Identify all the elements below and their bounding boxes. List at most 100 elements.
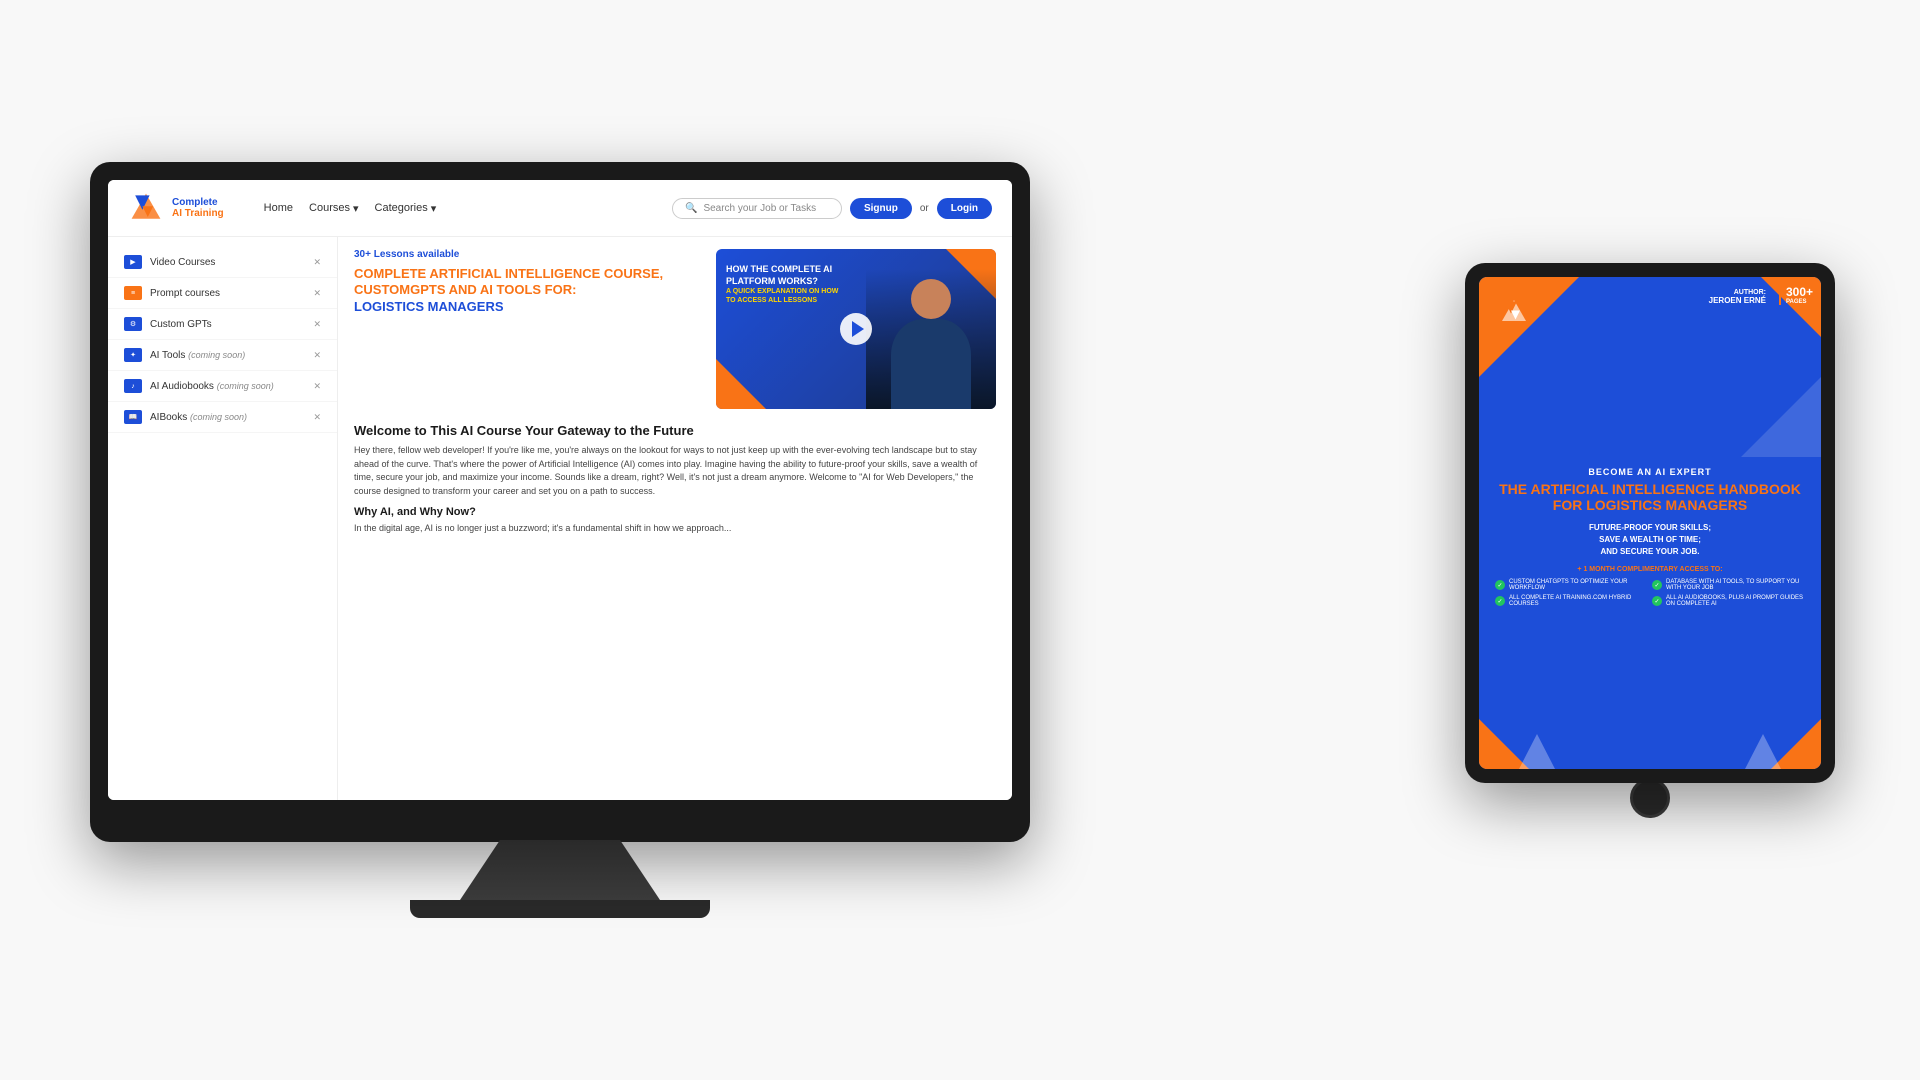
check-icon-4: ✓ <box>1652 596 1662 606</box>
tablet-bottom-deco-small <box>1519 734 1555 769</box>
sidebar-item-ai-tools[interactable]: ✦ AI Tools (coming soon) ✕ <box>108 340 337 371</box>
play-button[interactable] <box>840 313 872 345</box>
logo-text: Complete AI Training <box>172 197 224 219</box>
logo[interactable]: Complete AI Training <box>128 190 224 226</box>
tablet-author-info: AUTHOR: JEROEN ERNÉ <box>1709 289 1766 305</box>
hero-text: 30+ Lessons available COMPLETE ARTIFICIA… <box>354 249 696 409</box>
search-placeholder: Search your Job or Tasks <box>703 203 816 214</box>
monitor-stand <box>460 840 660 900</box>
tablet-pages-count: 300+ <box>1786 285 1813 299</box>
tablet-body: AUTHOR: JEROEN ERNÉ 300+ PAGES BECOME AN… <box>1465 263 1835 783</box>
site-body: ▶ Video Courses ✕ ≡ Prompt co <box>108 237 1012 800</box>
tablet-bottom-deco <box>1479 719 1821 769</box>
nav-links: Home Courses ▾ Categories ▾ <box>264 202 437 215</box>
sidebar-close-ai-tools[interactable]: ✕ <box>313 350 321 361</box>
hero-section: 30+ Lessons available COMPLETE ARTIFICIA… <box>354 249 996 409</box>
logo-icon <box>128 190 164 226</box>
content-section: Welcome to This AI Course Your Gateway t… <box>354 423 996 536</box>
custom-gpts-icon: ⚙ <box>124 317 142 331</box>
search-icon: 🔍 <box>685 203 697 214</box>
prompt-courses-icon: ≡ <box>124 286 142 300</box>
nav-courses[interactable]: Courses ▾ <box>309 202 359 215</box>
ai-tools-icon: ✦ <box>124 348 142 362</box>
tablet-access-badge: + 1 MONTH COMPLIMENTARY ACCESS TO: <box>1577 566 1722 573</box>
tablet-author-name: JEROEN ERNÉ <box>1709 296 1766 305</box>
sidebar-label-custom-gpts: Custom GPTs <box>150 319 212 330</box>
hero-video[interactable]: HOW THE COMPLETE AI PLATFORM WORKS? A QU… <box>716 249 996 409</box>
ai-audiobooks-icon: ♪ <box>124 379 142 393</box>
tablet-main-body: BECOME AN AI EXPERT THE ARTIFICIAL INTEL… <box>1479 457 1821 719</box>
sidebar-close-prompt[interactable]: ✕ <box>313 288 321 299</box>
video-triangle-bl <box>716 359 766 409</box>
sidebar-item-ai-books[interactable]: 📖 AIBooks (coming soon) ✕ <box>108 402 337 433</box>
tablet-top: AUTHOR: JEROEN ERNÉ 300+ PAGES <box>1479 277 1821 457</box>
monitor-screen: Complete AI Training Home Courses ▾ Cate… <box>108 180 1012 800</box>
hero-title-blue: LOGISTICS MANAGERS <box>354 299 504 314</box>
tablet-become-expert: BECOME AN AI EXPERT <box>1588 467 1711 477</box>
sidebar-label-ai-audiobooks: AI Audiobooks (coming soon) <box>150 381 274 392</box>
play-icon <box>852 321 864 337</box>
tablet-deco-triangle <box>1741 377 1821 457</box>
monitor-base <box>410 900 710 918</box>
ai-books-icon: 📖 <box>124 410 142 424</box>
chevron-down-icon: ▾ <box>353 202 359 215</box>
tablet-bottom-deco-small-r <box>1745 734 1781 769</box>
tablet-features: ✓ CUSTOM CHATGPTS TO OPTIMIZE YOUR WORKF… <box>1495 579 1805 607</box>
sidebar-item-prompt-courses[interactable]: ≡ Prompt courses ✕ <box>108 278 337 309</box>
content-heading2: Why AI, and Why Now? <box>354 506 996 518</box>
tablet-subtitle: FUTURE-PROOF YOUR SKILLS;SAVE A WEALTH O… <box>1589 522 1711 558</box>
sidebar-label-video-courses: Video Courses <box>150 257 215 268</box>
sidebar-close-video[interactable]: ✕ <box>313 257 321 268</box>
hero-title-orange: COMPLETE ARTIFICIAL INTELLIGENCE COURSE,… <box>354 266 663 297</box>
lessons-badge: 30+ Lessons available <box>354 249 696 260</box>
sidebar-close-custom-gpts[interactable]: ✕ <box>313 319 321 330</box>
sidebar-item-video-courses[interactable]: ▶ Video Courses ✕ <box>108 247 337 278</box>
tablet-feature-label-1: CUSTOM CHATGPTS TO OPTIMIZE YOUR WORKFLO… <box>1509 579 1648 591</box>
main-content: 30+ Lessons available COMPLETE ARTIFICIA… <box>338 237 1012 800</box>
tablet: AUTHOR: JEROEN ERNÉ 300+ PAGES BECOME AN… <box>1460 263 1840 818</box>
or-text: or <box>920 203 929 214</box>
video-background: HOW THE COMPLETE AI PLATFORM WORKS? A QU… <box>716 249 996 409</box>
monitor-body: Complete AI Training Home Courses ▾ Cate… <box>90 162 1030 842</box>
monitor: Complete AI Training Home Courses ▾ Cate… <box>80 162 1040 918</box>
tablet-logo-icon <box>1499 297 1529 327</box>
tablet-screen: AUTHOR: JEROEN ERNÉ 300+ PAGES BECOME AN… <box>1479 277 1821 769</box>
video-text-overlay: HOW THE COMPLETE AI PLATFORM WORKS? A QU… <box>726 264 846 306</box>
tablet-feature-label-3: ALL COMPLETE AI TRAINING.COM HYBRID COUR… <box>1509 595 1648 607</box>
tablet-feature-3: ✓ ALL COMPLETE AI TRAINING.COM HYBRID CO… <box>1495 595 1648 607</box>
tablet-triangle-tl <box>1479 277 1579 377</box>
tablet-feature-label-4: ALL AI AUDIOBOOKS, PLUS AI PROMPT GUIDES… <box>1666 595 1805 607</box>
nav-home[interactable]: Home <box>264 202 293 214</box>
sidebar-close-audiobooks[interactable]: ✕ <box>313 381 321 392</box>
tablet-logo <box>1499 297 1529 327</box>
check-icon-2: ✓ <box>1652 580 1662 590</box>
search-box[interactable]: 🔍 Search your Job or Tasks <box>672 198 842 219</box>
sidebar-label-prompt-courses: Prompt courses <box>150 288 220 299</box>
nav-categories[interactable]: Categories ▾ <box>375 202 437 215</box>
content-para2: In the digital age, AI is no longer just… <box>354 522 996 536</box>
sidebar-label-ai-tools: AI Tools (coming soon) <box>150 350 245 361</box>
sidebar-close-books[interactable]: ✕ <box>313 412 321 423</box>
sidebar-item-custom-gpts[interactable]: ⚙ Custom GPTs ✕ <box>108 309 337 340</box>
check-icon-1: ✓ <box>1495 580 1505 590</box>
content-heading1: Welcome to This AI Course Your Gateway t… <box>354 423 996 438</box>
tablet-home-button[interactable] <box>1630 778 1670 818</box>
tablet-pages-label: PAGES <box>1786 299 1813 305</box>
tablet-author-label: AUTHOR: <box>1709 289 1766 296</box>
person-image <box>866 269 996 409</box>
chevron-down-icon: ▾ <box>431 202 437 215</box>
sidebar-label-ai-books: AIBooks (coming soon) <box>150 412 247 423</box>
tablet-feature-label-2: DATABASE WITH AI TOOLS, TO SUPPORT YOU W… <box>1666 579 1805 591</box>
video-title: HOW THE COMPLETE AI PLATFORM WORKS? <box>726 264 846 287</box>
nav-search: 🔍 Search your Job or Tasks Signup or Log… <box>672 198 992 219</box>
login-button[interactable]: Login <box>937 198 992 219</box>
video-sub: A QUICK EXPLANATION ON HOW TO ACCESS ALL… <box>726 287 846 305</box>
sidebar-item-ai-audiobooks[interactable]: ♪ AI Audiobooks (coming soon) ✕ <box>108 371 337 402</box>
video-courses-icon: ▶ <box>124 255 142 269</box>
tablet-feature-1: ✓ CUSTOM CHATGPTS TO OPTIMIZE YOUR WORKF… <box>1495 579 1648 591</box>
tablet-feature-2: ✓ DATABASE WITH AI TOOLS, TO SUPPORT YOU… <box>1652 579 1805 591</box>
signup-button[interactable]: Signup <box>850 198 912 219</box>
tablet-feature-4: ✓ ALL AI AUDIOBOOKS, PLUS AI PROMPT GUID… <box>1652 595 1805 607</box>
tablet-pages: 300+ PAGES <box>1779 285 1813 305</box>
sidebar: ▶ Video Courses ✕ ≡ Prompt co <box>108 237 338 800</box>
